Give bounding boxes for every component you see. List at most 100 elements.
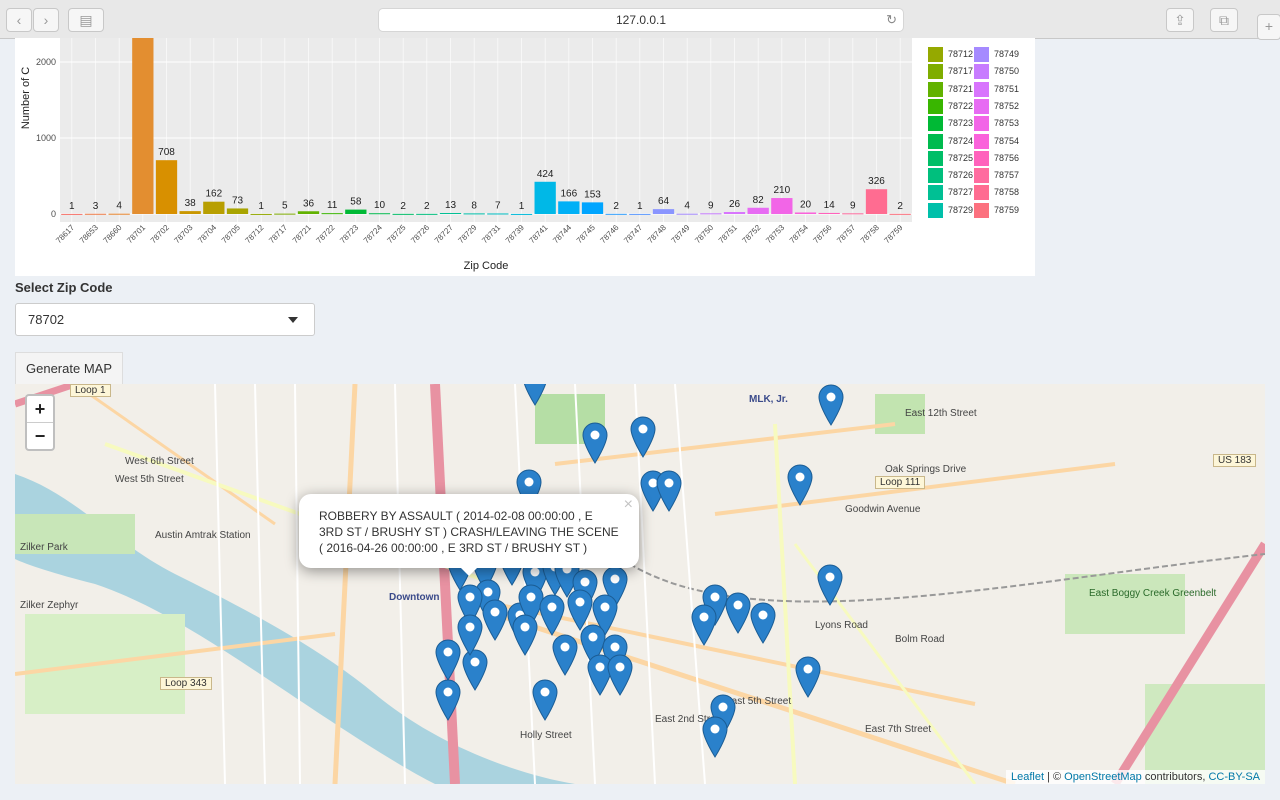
bar-78749 — [676, 213, 698, 215]
map-marker-icon[interactable] — [512, 614, 538, 656]
share-icon[interactable]: ⇪ — [1166, 8, 1194, 32]
url-text: 127.0.0.1 — [615, 13, 667, 27]
map-marker-icon[interactable] — [818, 384, 844, 426]
x-axis-title: Zip Code — [464, 260, 509, 272]
map-marker-icon[interactable] — [435, 679, 461, 721]
map-marker-icon[interactable] — [522, 384, 548, 406]
bar-value-label: 166 — [560, 188, 577, 199]
back-button[interactable]: ‹ — [6, 8, 32, 32]
map-marker-icon[interactable] — [607, 654, 633, 696]
map-marker-icon[interactable] — [457, 614, 483, 656]
bar-78702 — [155, 160, 178, 214]
bar-78744 — [558, 201, 580, 214]
new-tab-icon[interactable]: + — [1257, 14, 1280, 40]
x-tick-label: 78703 — [172, 223, 194, 245]
bar-78724 — [368, 213, 391, 215]
bar-value-label: 8 — [471, 200, 477, 211]
legend-swatch — [974, 81, 989, 97]
bar-value-label: 2 — [424, 201, 430, 212]
leaflet-link[interactable]: Leaflet — [1011, 771, 1044, 783]
legend-label: 78712 — [948, 49, 974, 59]
x-tick-label: 78702 — [149, 223, 171, 245]
legend-label: 78750 — [994, 66, 1020, 77]
map-marker-icon[interactable] — [691, 604, 717, 646]
bar-78726 — [416, 213, 438, 215]
bar-78722 — [321, 213, 343, 215]
osm-link[interactable]: OpenStreetMap — [1064, 771, 1142, 783]
map-marker-icon[interactable] — [482, 599, 508, 641]
bar-value-label: 1 — [258, 201, 264, 212]
x-tick-label: 78756 — [811, 223, 833, 245]
x-tick-label: 78705 — [220, 223, 242, 245]
chevron-down-icon[interactable] — [288, 317, 298, 323]
x-tick-label: 78754 — [788, 223, 810, 245]
leaflet-map[interactable]: Austin Amtrak Station Zilker Park Zilker… — [15, 384, 1265, 784]
map-label: Oak Springs Drive — [885, 464, 967, 475]
zoom-in-button[interactable]: + — [27, 396, 53, 422]
map-marker-icon[interactable] — [656, 470, 682, 512]
legend-swatch — [928, 116, 943, 132]
bar-78756 — [818, 212, 840, 214]
legend-swatch — [928, 202, 943, 218]
legend-swatch — [928, 81, 943, 97]
legend-label: 78754 — [994, 135, 1020, 146]
map-marker-icon[interactable] — [817, 564, 843, 606]
bar-78701 — [132, 38, 154, 214]
legend-label: 78729 — [948, 204, 974, 215]
license-link[interactable]: CC-BY-SA — [1208, 771, 1260, 783]
map-marker-icon[interactable] — [539, 594, 565, 636]
x-tick-label: 78725 — [385, 223, 407, 245]
x-tick-label: 78660 — [101, 223, 123, 245]
legend-label: 78727 — [948, 187, 974, 198]
chart-legend: 78712 78717 78721 78722 78723 78724 78725 78726… — [925, 38, 1035, 218]
generate-map-button[interactable]: Generate MAP — [15, 352, 123, 385]
map-marker-icon[interactable] — [725, 592, 751, 634]
tabs-icon[interactable]: ⧉ — [1210, 8, 1238, 32]
map-marker-icon[interactable] — [750, 602, 776, 644]
bar-78725 — [392, 213, 414, 215]
map-label: Zilker Zephyr — [20, 600, 79, 611]
x-tick-label: 78751 — [717, 223, 739, 245]
bar-78754 — [794, 212, 817, 214]
bar-78660 — [108, 213, 130, 215]
map-marker-icon[interactable] — [702, 716, 728, 758]
x-tick-label: 78759 — [882, 223, 904, 245]
map-marker-icon[interactable] — [532, 679, 558, 721]
bar-78729 — [463, 213, 485, 215]
x-tick-label: 78726 — [409, 223, 431, 245]
map-marker-icon[interactable] — [787, 464, 813, 506]
reload-icon[interactable]: ↻ — [886, 9, 897, 31]
y-tick-label: 2000 — [36, 57, 56, 67]
address-bar[interactable]: 127.0.0.1 ↻ — [378, 8, 904, 32]
x-tick-label: 78750 — [693, 223, 715, 245]
x-tick-label: 78723 — [338, 223, 360, 245]
legend-swatch — [928, 47, 943, 62]
map-marker-icon[interactable] — [582, 422, 608, 464]
x-tick-label: 78724 — [362, 223, 384, 245]
zoom-out-button[interactable]: − — [27, 422, 53, 449]
x-tick-label: 78741 — [527, 223, 549, 245]
marker-popup: ROBBERY BY ASSAULT ( 2014-02-08 00:00:00… — [299, 494, 639, 576]
legend-label: 78725 — [948, 152, 974, 163]
zip-code-select[interactable]: 78702 — [15, 303, 315, 336]
x-tick-label: 78704 — [196, 223, 218, 245]
map-marker-icon[interactable] — [552, 634, 578, 676]
crime-count-chart: 0 1000 2000 1 78617 3 78653 4 78660 78701 708 78702… — [15, 38, 1035, 276]
bar-value-label: 4 — [116, 201, 122, 212]
select-zip-label: Select Zip Code — [15, 280, 113, 295]
legend-swatch — [974, 202, 989, 218]
bar-value-label: 4 — [684, 201, 690, 212]
close-icon[interactable]: × — [624, 496, 633, 514]
bar-value-label: 708 — [158, 147, 175, 158]
map-marker-icon[interactable] — [795, 656, 821, 698]
bar-value-label: 64 — [658, 196, 670, 207]
bar-78759 — [889, 213, 911, 215]
x-tick-label: 78745 — [575, 223, 597, 245]
legend-swatch — [928, 168, 943, 184]
bar-78741 — [534, 181, 556, 214]
sidebar-toggle-icon[interactable]: ▤ — [68, 8, 104, 32]
forward-button[interactable]: › — [33, 8, 59, 32]
map-marker-icon[interactable] — [630, 416, 656, 458]
bar-value-label: 82 — [753, 195, 765, 206]
bar-78727 — [439, 213, 462, 215]
